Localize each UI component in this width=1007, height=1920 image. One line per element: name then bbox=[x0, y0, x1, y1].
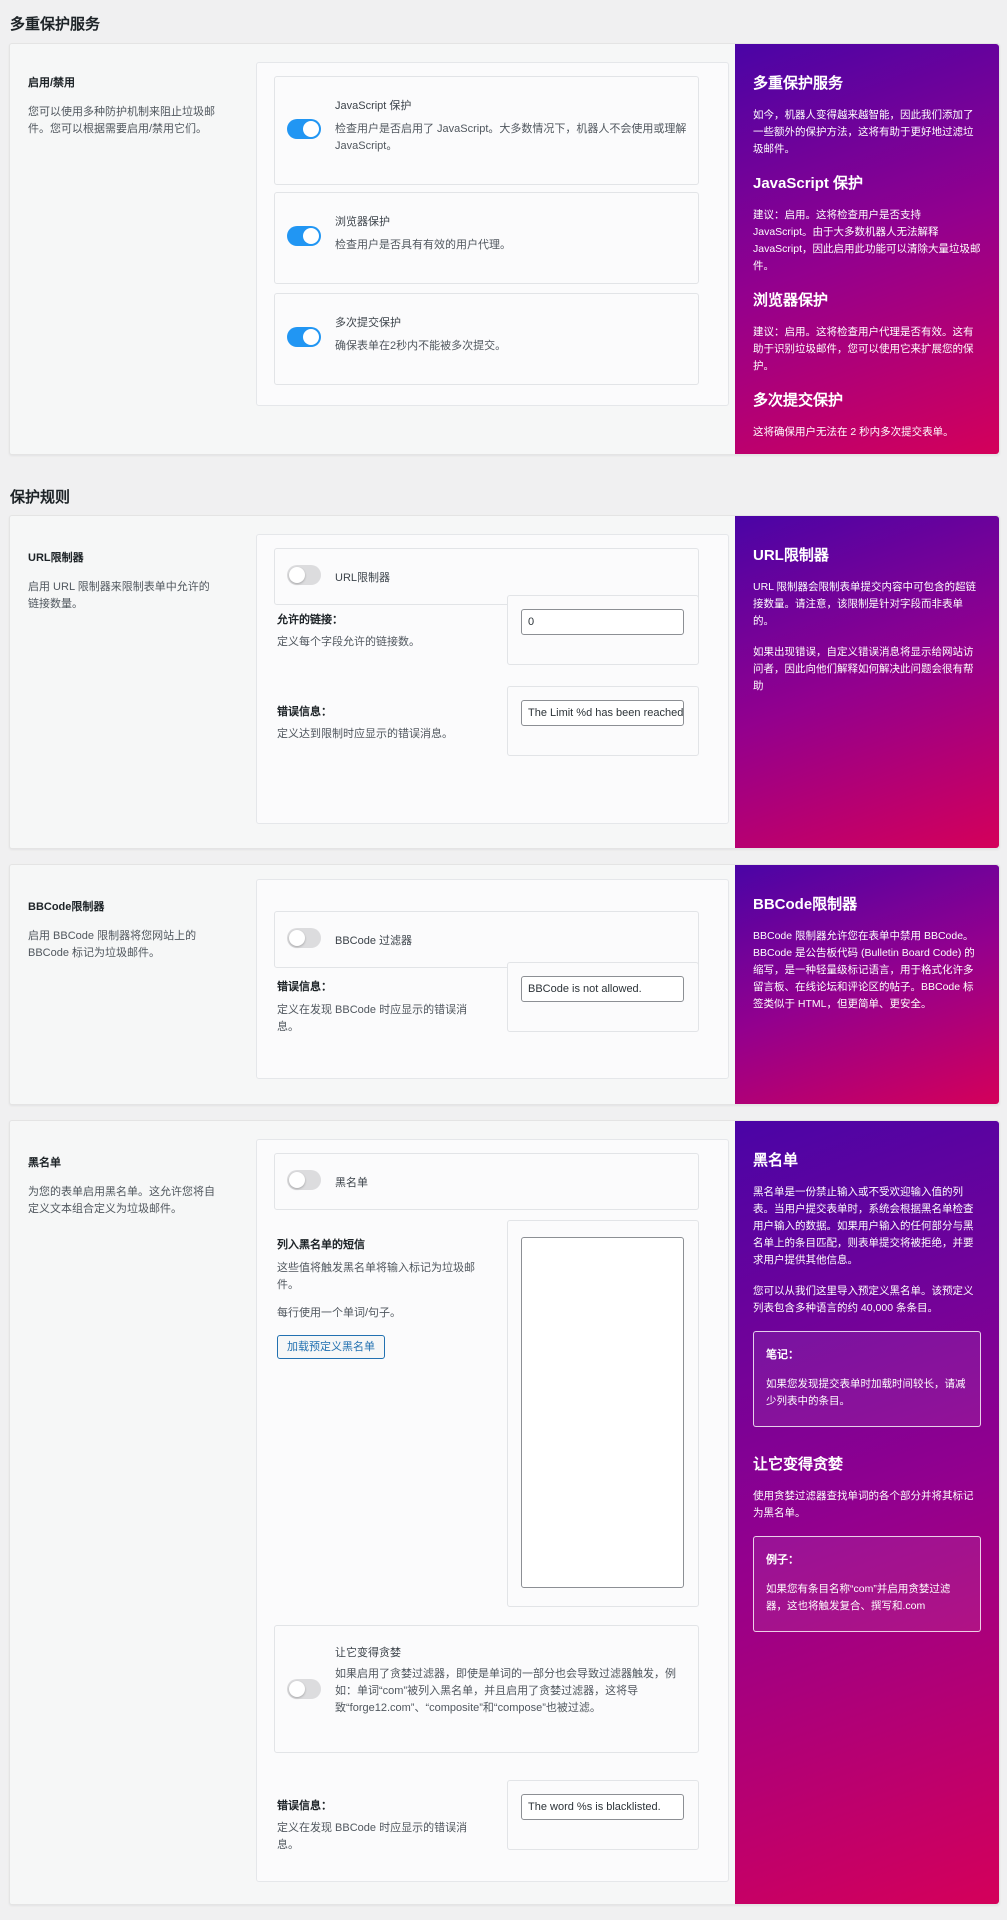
greedy-option: 让它变得贪婪 如果启用了贪婪过滤器，即使是单词的一部分也会导致过滤器触发，例如：… bbox=[274, 1625, 699, 1753]
option-multiple-submission-protection: 多次提交保护 确保表单在2秒内不能被多次提交。 bbox=[274, 293, 699, 385]
card-left-description: 启用/禁用 您可以使用多种防护机制来阻止垃圾邮件。您可以根据需要启用/禁用它们。 bbox=[28, 74, 218, 138]
blacklist-words-textarea[interactable] bbox=[521, 1237, 684, 1588]
info-heading: 多次提交保护 bbox=[753, 392, 844, 409]
card-left-text: 启用 URL 限制器来限制表单中允许的链接数量。 bbox=[28, 581, 210, 610]
info-heading: 让它变得贪婪 bbox=[753, 1456, 844, 1473]
option-title: URL限制器 bbox=[335, 572, 391, 584]
info-text: URL 限制器会限制表单提交内容中可包含的超链接数量。请注意，该限制是针对字段而… bbox=[753, 581, 977, 627]
card-left-title: URL限制器 bbox=[28, 552, 84, 564]
option-title: JavaScript 保护 bbox=[335, 100, 412, 112]
card-left-description: BBCode限制器 启用 BBCode 限制器将您网站上的 BBCode 标记为… bbox=[28, 898, 218, 962]
card-blacklist: 黑名单 为您的表单启用黑名单。这允许您将自定义文本组合定义为垃圾邮件。 黑名单 … bbox=[9, 1120, 1000, 1905]
card-left-description: 黑名单 为您的表单启用黑名单。这允许您将自定义文本组合定义为垃圾邮件。 bbox=[28, 1154, 218, 1218]
javascript-protection-toggle[interactable] bbox=[287, 119, 321, 139]
card-left-text: 您可以使用多种防护机制来阻止垃圾邮件。您可以根据需要启用/禁用它们。 bbox=[28, 106, 215, 135]
error-message-desc: 定义在发现 BBCode 时应显示的错误消息。 bbox=[277, 1004, 468, 1033]
card-left-description: URL限制器 启用 URL 限制器来限制表单中允许的链接数量。 bbox=[28, 549, 218, 613]
blacklist-toggle[interactable] bbox=[287, 1170, 321, 1190]
option-title: BBCode 过滤器 bbox=[335, 935, 413, 947]
info-text: 这将确保用户无法在 2 秒内多次提交表单。 bbox=[753, 426, 954, 438]
error-message-title: 错误信息： bbox=[277, 981, 332, 993]
info-panel: 多重保护服务 如今，机器人变得越来越智能，因此我们添加了一些额外的保护方法，这将… bbox=[735, 44, 999, 454]
info-text: 如今，机器人变得越来越智能，因此我们添加了一些额外的保护方法，这将有助于更好地过… bbox=[753, 109, 974, 155]
example-text: 如果您有条目名称“com”并启用贪婪过滤器，这也将触发复合、撰写和.com bbox=[766, 1583, 951, 1612]
url-limiter-panel: URL限制器 允许的链接： 定义每个字段允许的链接数。 0 错误信息： 定义达到… bbox=[256, 534, 729, 824]
card-bbcode-limiter: BBCode限制器 启用 BBCode 限制器将您网站上的 BBCode 标记为… bbox=[9, 864, 1000, 1105]
option-desc: 如果启用了贪婪过滤器，即使是单词的一部分也会导致过滤器触发，例如：单词“com”… bbox=[335, 1668, 676, 1714]
blacklist-error-message-input[interactable]: The word %s is blacklisted. bbox=[521, 1794, 684, 1820]
info-heading: 多重保护服务 bbox=[753, 75, 844, 92]
card-left-text: 为您的表单启用黑名单。这允许您将自定义文本组合定义为垃圾邮件。 bbox=[28, 1186, 215, 1215]
error-message-box: The word %s is blacklisted. bbox=[507, 1780, 699, 1850]
error-message-box: BBCode is not allowed. bbox=[507, 962, 699, 1032]
card-left-text: 启用 BBCode 限制器将您网站上的 BBCode 标记为垃圾邮件。 bbox=[28, 930, 197, 959]
info-panel: 黑名单 黑名单是一份禁止输入或不受欢迎输入值的列表。当用户提交表单时，系统会根据… bbox=[735, 1121, 999, 1904]
blacklist-panel: 黑名单 列入黑名单的短信 这些值将触发黑名单将输入标记为垃圾邮件。 每行使用一个… bbox=[256, 1139, 729, 1882]
bbcode-filter-option: BBCode 过滤器 bbox=[274, 911, 699, 968]
blacklist-words-desc: 这些值将触发黑名单将输入标记为垃圾邮件。 bbox=[277, 1262, 475, 1291]
info-text: BBCode 限制器允许您在表单中禁用 BBCode。BBCode 是公告板代码… bbox=[753, 930, 975, 1010]
allowed-links-title: 允许的链接： bbox=[277, 614, 343, 626]
info-text: 建议：启用。这将检查用户是否支持 JavaScript。由于大多数机器人无法解释… bbox=[753, 209, 981, 272]
card-url-limiter: URL限制器 启用 URL 限制器来限制表单中允许的链接数量。 URL限制器 允… bbox=[9, 515, 1000, 849]
url-limiter-toggle[interactable] bbox=[287, 565, 321, 585]
info-text: 如果出现错误，自定义错误消息将显示给网站访问者，因此向他们解释如何解决此问题会很… bbox=[753, 646, 974, 692]
card-multi-protection: 启用/禁用 您可以使用多种防护机制来阻止垃圾邮件。您可以根据需要启用/禁用它们。… bbox=[9, 43, 1000, 455]
info-heading: 黑名单 bbox=[753, 1152, 799, 1169]
error-message-title: 错误信息： bbox=[277, 1800, 332, 1812]
info-text: 黑名单是一份禁止输入或不受欢迎输入值的列表。当用户提交表单时，系统会根据黑名单检… bbox=[753, 1186, 974, 1266]
info-panel: URL限制器 URL 限制器会限制表单提交内容中可包含的超链接数量。请注意，该限… bbox=[735, 516, 999, 848]
note-box: 笔记： 如果您发现提交表单时加载时间较长，请减少列表中的条目。 bbox=[753, 1331, 981, 1427]
blacklist-words-box bbox=[507, 1220, 699, 1607]
option-title: 多次提交保护 bbox=[335, 317, 401, 329]
card-left-title: 启用/禁用 bbox=[28, 77, 76, 89]
option-browser-protection: 浏览器保护 检查用户是否具有有效的用户代理。 bbox=[274, 192, 699, 284]
example-box: 例子： 如果您有条目名称“com”并启用贪婪过滤器，这也将触发复合、撰写和.co… bbox=[753, 1536, 981, 1632]
url-error-message-input[interactable]: The Limit %d has been reached bbox=[521, 700, 684, 726]
bbcode-limiter-panel: BBCode 过滤器 错误信息： 定义在发现 BBCode 时应显示的错误消息。… bbox=[256, 879, 729, 1079]
bbcode-filter-toggle[interactable] bbox=[287, 928, 321, 948]
info-text: 建议：启用。这将检查用户代理是否有效。这有助于识别垃圾邮件，您可以使用它来扩展您… bbox=[753, 326, 974, 372]
error-message-title: 错误信息： bbox=[277, 706, 332, 718]
info-panel: BBCode限制器 BBCode 限制器允许您在表单中禁用 BBCode。BBC… bbox=[735, 865, 999, 1104]
allowed-links-desc: 定义每个字段允许的链接数。 bbox=[277, 636, 420, 648]
info-heading: BBCode限制器 bbox=[753, 896, 858, 913]
error-message-box: The Limit %d has been reached bbox=[507, 686, 699, 756]
note-title: 笔记： bbox=[766, 1349, 799, 1361]
section-title-protection-rules: 保护规则 bbox=[10, 489, 71, 506]
options-panel: JavaScript 保护 检查用户是否启用了 JavaScript。大多数情况… bbox=[256, 62, 729, 406]
blacklist-option: 黑名单 bbox=[274, 1153, 699, 1210]
info-heading: URL限制器 bbox=[753, 547, 829, 564]
error-message-desc: 定义达到限制时应显示的错误消息。 bbox=[277, 728, 453, 740]
card-left-title: BBCode限制器 bbox=[28, 901, 105, 913]
option-desc: 确保表单在2秒内不能被多次提交。 bbox=[335, 340, 507, 352]
multiple-submission-toggle[interactable] bbox=[287, 327, 321, 347]
option-title: 让它变得贪婪 bbox=[335, 1647, 401, 1659]
example-title: 例子： bbox=[766, 1554, 799, 1566]
info-text: 您可以从我们这里导入预定义黑名单。该预定义列表包含多种语言的约 40,000 条… bbox=[753, 1285, 974, 1314]
info-heading: 浏览器保护 bbox=[753, 292, 829, 309]
option-title: 浏览器保护 bbox=[335, 216, 390, 228]
option-desc: 检查用户是否具有有效的用户代理。 bbox=[335, 239, 511, 251]
allowed-links-box: 0 bbox=[507, 595, 699, 665]
info-text: 使用贪婪过滤器查找单词的各个部分并将其标记为黑名单。 bbox=[753, 1490, 974, 1519]
blacklist-words-title: 列入黑名单的短信 bbox=[277, 1239, 365, 1251]
info-heading: JavaScript 保护 bbox=[753, 175, 864, 192]
option-desc: 检查用户是否启用了 JavaScript。大多数情况下，机器人不会使用或理解 J… bbox=[335, 123, 687, 152]
note-text: 如果您发现提交表单时加载时间较长，请减少列表中的条目。 bbox=[766, 1378, 966, 1407]
card-left-title: 黑名单 bbox=[28, 1157, 61, 1169]
allowed-links-input[interactable]: 0 bbox=[521, 609, 684, 635]
blacklist-words-hint: 每行使用一个单词/句子。 bbox=[277, 1307, 402, 1319]
browser-protection-toggle[interactable] bbox=[287, 226, 321, 246]
error-message-desc: 定义在发现 BBCode 时应显示的错误消息。 bbox=[277, 1822, 468, 1851]
option-title: 黑名单 bbox=[335, 1177, 368, 1189]
option-javascript-protection: JavaScript 保护 检查用户是否启用了 JavaScript。大多数情况… bbox=[274, 76, 699, 185]
load-predefined-blacklist-button[interactable]: 加载预定义黑名单 bbox=[277, 1335, 385, 1359]
greedy-toggle[interactable] bbox=[287, 1679, 321, 1699]
bbcode-error-message-input[interactable]: BBCode is not allowed. bbox=[521, 976, 684, 1002]
section-title-protection-services: 多重保护服务 bbox=[10, 16, 101, 33]
